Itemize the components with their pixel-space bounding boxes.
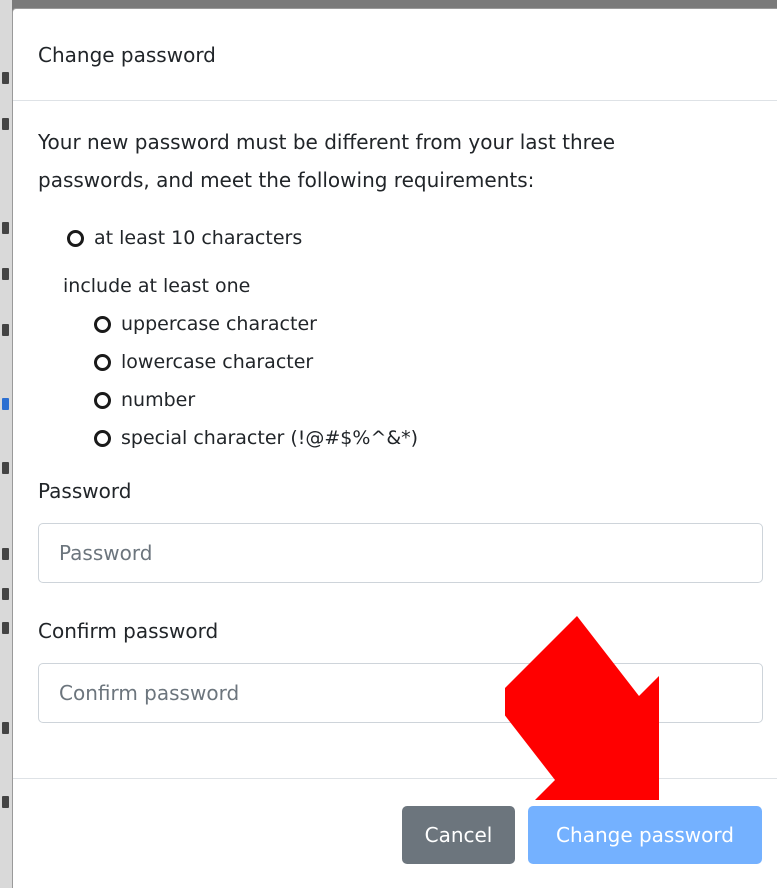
password-requirements-intro: Your new password must be different from…	[38, 130, 616, 192]
modal-body: Your new password must be different from…	[13, 101, 777, 723]
background-text-fragment	[2, 118, 9, 130]
background-text-fragment	[2, 722, 9, 734]
modal-title: Change password	[38, 42, 216, 67]
requirement-uppercase: uppercase character	[38, 305, 752, 343]
background-text-fragment	[2, 462, 9, 474]
circle-outline-icon	[94, 353, 111, 371]
requirement-label: number	[121, 389, 196, 411]
background-text-fragment	[2, 796, 9, 808]
requirement-label: at least 10 characters	[94, 227, 303, 249]
change-password-modal: Change password Your new password must b…	[12, 8, 777, 888]
modal-footer: Cancel Change password	[13, 778, 777, 888]
requirement-length: at least 10 characters	[38, 219, 752, 257]
background-text-fragment	[2, 588, 9, 600]
background-text-fragment	[2, 324, 9, 336]
requirement-label: lowercase character	[121, 351, 314, 373]
change-password-button[interactable]: Change password	[528, 806, 762, 864]
requirement-number: number	[38, 381, 752, 419]
circle-outline-icon	[67, 229, 84, 247]
background-text-fragment	[2, 268, 9, 280]
confirm-password-field-group: Confirm password	[38, 617, 763, 723]
password-label: Password	[38, 479, 132, 503]
background-text-fragment	[2, 72, 9, 84]
background-page	[0, 0, 12, 888]
cancel-button[interactable]: Cancel	[402, 806, 515, 864]
confirm-password-input[interactable]	[38, 663, 763, 723]
password-field-group: Password	[38, 477, 763, 583]
requirement-lowercase: lowercase character	[38, 343, 752, 381]
requirement-label: special character (!@#$%^&*)	[121, 427, 419, 449]
circle-outline-icon	[94, 315, 111, 333]
modal-header: Change password	[13, 9, 777, 101]
background-link-fragment	[2, 398, 9, 410]
circle-outline-icon	[94, 391, 111, 409]
requirement-special-character: special character (!@#$%^&*)	[38, 419, 752, 457]
background-text-fragment	[2, 622, 9, 634]
requirement-label: uppercase character	[121, 313, 317, 335]
background-text-fragment	[2, 548, 9, 560]
confirm-password-label: Confirm password	[38, 619, 219, 643]
password-input[interactable]	[38, 523, 763, 583]
requirement-group-label: include at least one	[63, 275, 251, 297]
requirements-list: at least 10 characters	[38, 219, 752, 257]
character-requirements-list: uppercase character lowercase character …	[38, 305, 752, 457]
circle-outline-icon	[94, 429, 111, 447]
background-text-fragment	[2, 222, 9, 234]
